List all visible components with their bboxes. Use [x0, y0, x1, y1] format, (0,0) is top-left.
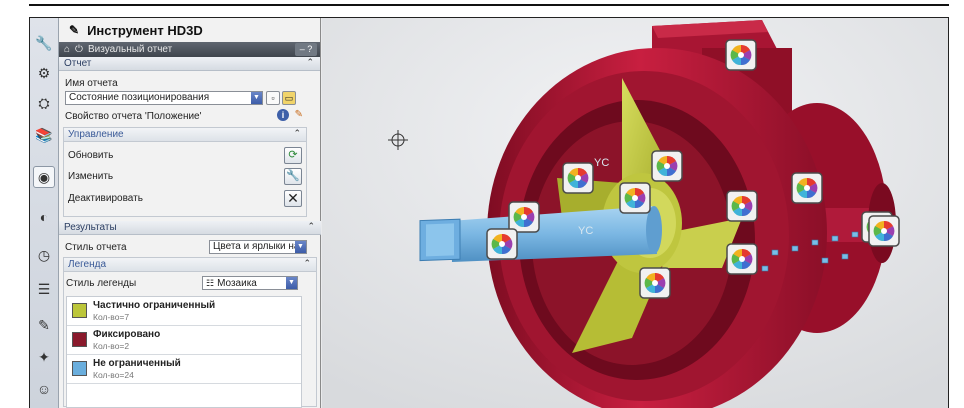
legend-item-count: Кол-во=7	[93, 312, 130, 322]
status-bubble-icon[interactable]	[725, 39, 757, 71]
pin-icon[interactable]: ✎	[69, 23, 79, 37]
edit-property-icon[interactable]: ✎	[295, 109, 303, 120]
chevron-down-icon[interactable]: ▼	[286, 277, 297, 289]
management-label: Управление	[68, 129, 124, 140]
panel-controls[interactable]: – ?	[295, 43, 317, 56]
status-bubble-icon[interactable]	[562, 162, 594, 194]
deactivate-row[interactable]: Деактивировать ✕	[64, 188, 306, 208]
refresh-row[interactable]: Обновить ⟳	[64, 145, 306, 165]
collapse-icon[interactable]: ⌃	[303, 258, 311, 269]
report-style-select[interactable]: Цвета и ярлыки на ▼	[209, 240, 307, 254]
results-section-header[interactable]: Результаты ⌃	[59, 221, 321, 235]
collapse-icon[interactable]: ⌃	[307, 221, 315, 232]
legend-group: Легенда ⌃ Стиль легенды ☷ Мозаика ▼ Части…	[63, 257, 317, 408]
results-section-label: Результаты	[64, 222, 117, 233]
visual-report-title: Визуальный отчет	[87, 44, 173, 55]
hd3d-tool-icon[interactable]: ◉	[33, 166, 55, 188]
edit-row[interactable]: Изменить 🔧	[64, 166, 306, 186]
yc-label: YC	[594, 157, 609, 169]
close-icon[interactable]: ✕	[284, 190, 302, 207]
report-name-label: Имя отчета	[65, 77, 118, 89]
collapse-icon[interactable]: ⌃	[306, 57, 314, 68]
chevron-down-icon[interactable]: ▼	[251, 92, 262, 104]
legend-swatch	[72, 332, 87, 347]
list-icon[interactable]: ☰	[33, 278, 55, 300]
property-label: Свойство отчета 'Положение'	[65, 110, 202, 122]
legend-item[interactable]: Не ограниченный Кол-во=24	[67, 355, 301, 384]
refresh-icon[interactable]: ⟳	[284, 147, 302, 164]
power-icon[interactable]: ⏻	[75, 44, 83, 55]
legend-swatch	[72, 361, 87, 376]
part-navigator-icon[interactable]: ⛭	[33, 92, 55, 114]
legend-item[interactable]: Частично ограниченный Кол-во=7	[67, 297, 301, 326]
new-report-icon[interactable]: ▫	[266, 91, 280, 105]
legend-label: Легенда	[68, 259, 107, 270]
visual-report-header: ⌂ ⏻ Визуальный отчет – ?	[59, 42, 320, 57]
management-group: Управление ⌃ Обновить ⟳ Изменить 🔧 Деакт…	[63, 127, 307, 217]
status-bubble-icon[interactable]	[651, 150, 683, 182]
status-bubble-icon[interactable]	[726, 243, 758, 275]
legend-item-name: Фиксировано	[93, 329, 161, 340]
assembly-navigator-icon[interactable]: 🔧	[33, 32, 55, 54]
report-section-body: Имя отчета Состояние позиционирования ▼ …	[59, 71, 320, 217]
legend-style-label: Стиль легенды	[66, 277, 137, 289]
legend-list: Частично ограниченный Кол-во=7 Фиксирова…	[66, 296, 302, 408]
legend-style-select[interactable]: ☷ Мозаика ▼	[202, 276, 298, 290]
mosaic-icon: ☷	[206, 278, 215, 288]
legend-item-name: Не ограниченный	[93, 358, 181, 369]
status-bubble-icon[interactable]	[639, 267, 671, 299]
report-section-label: Отчет	[64, 58, 92, 69]
model-view[interactable]: YC YC	[322, 18, 949, 408]
legend-item-name: Частично ограниченный	[93, 300, 216, 311]
status-bubble-icon[interactable]	[486, 228, 518, 260]
status-bubble-icon[interactable]	[508, 201, 540, 233]
report-name-value: Состояние позиционирования	[69, 92, 210, 103]
property-row: Свойство отчета 'Положение' i ✎	[59, 108, 309, 124]
management-header[interactable]: Управление ⌃	[64, 128, 306, 142]
open-folder-icon[interactable]: ▭	[282, 91, 296, 105]
panel-title-text: Инструмент HD3D	[87, 22, 203, 38]
status-bubble-icon[interactable]	[868, 215, 900, 247]
panel-title: ✎ Инструмент HD3D	[59, 18, 320, 42]
page-top-rule	[29, 4, 949, 6]
home-icon[interactable]: ⌂	[64, 44, 70, 55]
refresh-label: Обновить	[68, 149, 114, 161]
legend-item[interactable]: Фиксировано Кол-во=2	[67, 326, 301, 355]
chevron-down-icon[interactable]: ▼	[295, 241, 306, 253]
edit-label: Изменить	[68, 170, 114, 182]
report-name-select[interactable]: Состояние позиционирования ▼	[65, 91, 263, 105]
results-section: Результаты ⌃ Стиль отчета Цвета и ярлыки…	[59, 221, 321, 408]
status-bubble-icon[interactable]	[726, 190, 758, 222]
report-style-row: Стиль отчета Цвета и ярлыки на ▼	[59, 239, 321, 255]
constraint-navigator-icon[interactable]: ⚙	[33, 62, 55, 84]
status-bubble-icon[interactable]	[619, 182, 651, 214]
process-icon[interactable]: ✎	[33, 314, 55, 336]
roles-icon[interactable]: ☺	[33, 378, 55, 400]
legend-header[interactable]: Легенда ⌃	[64, 258, 316, 272]
deactivate-label: Деактивировать	[68, 192, 143, 204]
legend-style-value: Мозаика	[217, 278, 257, 289]
library-icon[interactable]: 📚	[33, 124, 55, 146]
hd3d-panel: ✎ Инструмент HD3D ⌂ ⏻ Визуальный отчет –…	[59, 18, 321, 408]
web-browser-icon[interactable]: ◐	[33, 206, 55, 228]
status-bubble-icon[interactable]	[791, 172, 823, 204]
report-style-value: Цвета и ярлыки на	[213, 241, 300, 252]
history-icon[interactable]: ◷	[33, 244, 55, 266]
wrench-icon[interactable]: 🔧	[284, 168, 302, 185]
collapse-icon[interactable]: ⌃	[293, 128, 301, 139]
resource-bar: 🔧 ⚙ ⛭ 📚 ◉ ◐ ◷ ☰ ✎ ✦ ☺	[30, 18, 59, 408]
legend-style-row: Стиль легенды ☷ Мозаика ▼	[64, 275, 316, 291]
info-icon[interactable]: i	[277, 109, 289, 121]
legend-item-count: Кол-во=24	[93, 370, 134, 380]
application-window: 🔧 ⚙ ⛭ 📚 ◉ ◐ ◷ ☰ ✎ ✦ ☺ ✎ Инструмент HD3D …	[29, 17, 949, 408]
report-style-label: Стиль отчета	[65, 241, 127, 253]
graphics-window[interactable]: YC YC	[322, 18, 949, 408]
yc-label: YC	[578, 225, 593, 237]
report-section-header[interactable]: Отчет ⌃	[59, 57, 320, 71]
legend-swatch	[72, 303, 87, 318]
legend-item-count: Кол-во=2	[93, 341, 130, 351]
palette-icon[interactable]: ✦	[33, 346, 55, 368]
